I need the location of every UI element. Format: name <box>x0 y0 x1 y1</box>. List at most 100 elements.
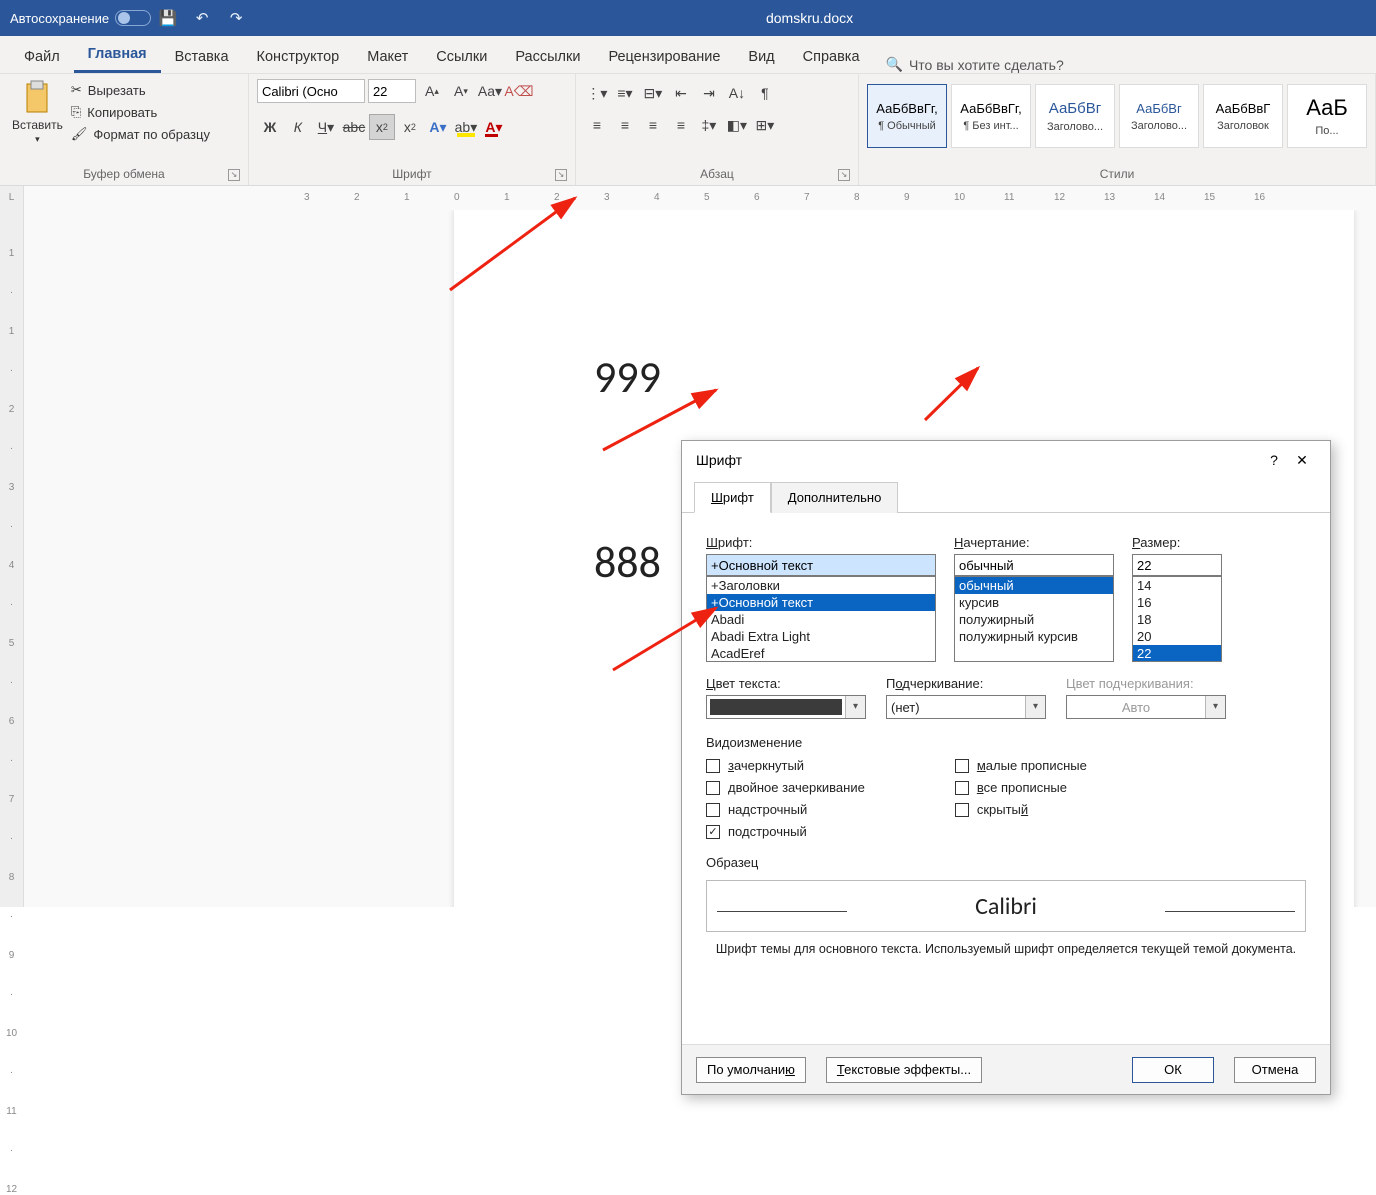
bullets-button[interactable]: ⋮▾ <box>584 80 610 106</box>
style-subtitle[interactable]: АаБПо... <box>1287 84 1367 148</box>
chk-allcaps[interactable]: все прописные <box>955 780 1087 795</box>
tab-insert[interactable]: Вставка <box>161 39 243 73</box>
tab-references[interactable]: Ссылки <box>422 39 501 73</box>
borders-button[interactable]: ⊞▾ <box>752 112 778 138</box>
tab-mailings[interactable]: Рассылки <box>501 39 594 73</box>
align-right-button[interactable]: ≡ <box>640 112 666 138</box>
list-item[interactable]: Abadi Extra Light <box>707 628 935 645</box>
doc-text-1[interactable]: 999 <box>594 350 661 404</box>
grow-font-button[interactable]: A▴ <box>419 78 445 104</box>
help-button[interactable]: ? <box>1260 452 1288 468</box>
paste-button[interactable]: Вставить ▾ <box>8 78 67 147</box>
indent-dec-button[interactable]: ⇤ <box>668 80 694 106</box>
doc-text-2[interactable]: 888 <box>594 535 661 589</box>
clipboard-launcher-icon[interactable]: ↘ <box>228 169 240 181</box>
cancel-button[interactable]: Отмена <box>1234 1057 1316 1083</box>
align-left-button[interactable]: ≡ <box>584 112 610 138</box>
font-name-combo[interactable] <box>257 79 365 103</box>
bold-button[interactable]: Ж <box>257 114 283 140</box>
list-item[interactable]: полужирный <box>955 611 1113 628</box>
change-case-button[interactable]: Aa▾ <box>477 78 503 104</box>
list-item[interactable]: 20 <box>1133 628 1221 645</box>
list-item[interactable]: курсив <box>955 594 1113 611</box>
style-title[interactable]: АаБбВвГЗаголовок <box>1203 84 1283 148</box>
tab-file[interactable]: Файл <box>10 39 74 73</box>
underline-button[interactable]: Ч▾ <box>313 114 339 140</box>
close-button[interactable]: ✕ <box>1288 452 1316 469</box>
tab-layout[interactable]: Макет <box>353 39 422 73</box>
shrink-font-button[interactable]: A▾ <box>448 78 474 104</box>
size-listbox[interactable]: 14 16 18 20 22 <box>1132 576 1222 662</box>
sort-button[interactable]: A↓ <box>724 80 750 106</box>
size-input[interactable] <box>1132 554 1222 576</box>
redo-icon[interactable]: ↷ <box>219 0 253 36</box>
tab-review[interactable]: Рецензирование <box>594 39 734 73</box>
chk-double-strike[interactable]: двойное зачеркивание <box>706 780 865 795</box>
undo-icon[interactable]: ↶ <box>185 0 219 36</box>
style-normal[interactable]: АаБбВвГг,¶ Обычный <box>867 84 947 148</box>
multilevel-button[interactable]: ⊟▾ <box>640 80 666 106</box>
copy-button[interactable]: ⎘Копировать <box>71 104 210 120</box>
line-spacing-button[interactable]: ‡▾ <box>696 112 722 138</box>
align-center-button[interactable]: ≡ <box>612 112 638 138</box>
font-launcher-icon[interactable]: ↘ <box>555 169 567 181</box>
paragraph-launcher-icon[interactable]: ↘ <box>838 169 850 181</box>
font-listbox[interactable]: +Заголовки +Основной текст Abadi Abadi E… <box>706 576 936 662</box>
ruler-h-scale[interactable]: 321012345678910111213141516 <box>24 186 1376 210</box>
list-item[interactable]: 22 <box>1133 645 1221 662</box>
list-item[interactable]: обычный <box>955 577 1113 594</box>
set-default-button[interactable]: По умолчанию <box>696 1057 806 1083</box>
list-item[interactable]: 16 <box>1133 594 1221 611</box>
style-heading1[interactable]: АаБбВгЗаголово... <box>1035 84 1115 148</box>
autosave-toggle[interactable]: Автосохранение <box>10 10 151 26</box>
strike-button[interactable]: abc <box>341 114 367 140</box>
list-item[interactable]: полужирный курсив <box>955 628 1113 645</box>
font-input[interactable] <box>706 554 936 576</box>
text-effects-button[interactable]: Текстовые эффекты... <box>826 1057 982 1083</box>
superscript-button[interactable]: x2 <box>397 114 423 140</box>
numbering-button[interactable]: ≡▾ <box>612 80 638 106</box>
format-painter-button[interactable]: 🖌Формат по образцу <box>71 126 210 142</box>
chk-subscript[interactable]: ✓подстрочный <box>706 824 865 839</box>
dialog-tab-font[interactable]: Шрифт <box>694 482 771 513</box>
tab-design[interactable]: Конструктор <box>243 39 354 73</box>
show-marks-button[interactable]: ¶ <box>752 80 778 106</box>
list-item[interactable]: +Заголовки <box>707 577 935 594</box>
list-item[interactable]: 18 <box>1133 611 1221 628</box>
ok-button[interactable]: ОК <box>1132 1057 1214 1083</box>
save-icon[interactable]: 💾 <box>151 0 185 36</box>
shading-button[interactable]: ◧▾ <box>724 112 750 138</box>
brush-icon: 🖌 <box>71 126 88 142</box>
tab-help[interactable]: Справка <box>789 39 874 73</box>
tab-home[interactable]: Главная <box>74 36 161 73</box>
font-color-button[interactable]: А▾ <box>481 114 507 140</box>
chk-smallcaps[interactable]: малые прописные <box>955 758 1087 773</box>
list-item[interactable]: 14 <box>1133 577 1221 594</box>
styles-gallery[interactable]: АаБбВвГг,¶ Обычный АаБбВвГг,¶ Без инт...… <box>867 78 1367 148</box>
underline-combo[interactable]: (нет)▾ <box>886 695 1046 719</box>
list-item[interactable]: Abadi <box>707 611 935 628</box>
text-effects-button[interactable]: A▾ <box>425 114 451 140</box>
font-size-combo[interactable] <box>368 79 416 103</box>
style-listbox[interactable]: обычный курсив полужирный полужирный кур… <box>954 576 1114 662</box>
dialog-tab-advanced[interactable]: Дополнительно <box>771 482 899 513</box>
clear-format-button[interactable]: A⌫ <box>506 78 532 104</box>
ruler-vertical[interactable]: 1·1·2·3·4·5·6·7·8·9·10·11·12 <box>0 210 24 907</box>
tab-view[interactable]: Вид <box>734 39 788 73</box>
subscript-button[interactable]: x2 <box>369 114 395 140</box>
justify-button[interactable]: ≡ <box>668 112 694 138</box>
chk-superscript[interactable]: надстрочный <box>706 802 865 817</box>
chk-strike[interactable]: зачеркнутый <box>706 758 865 773</box>
cut-button[interactable]: ✂Вырезать <box>71 82 210 98</box>
chk-hidden[interactable]: скрытый <box>955 802 1087 817</box>
list-item[interactable]: +Основной текст <box>707 594 935 611</box>
style-input[interactable] <box>954 554 1114 576</box>
font-color-combo[interactable]: ▾ <box>706 695 866 719</box>
tell-me-search[interactable]: 🔍 Что вы хотите сделать? <box>886 56 1064 73</box>
indent-inc-button[interactable]: ⇥ <box>696 80 722 106</box>
style-nospace[interactable]: АаБбВвГг,¶ Без инт... <box>951 84 1031 148</box>
list-item[interactable]: AcadEref <box>707 645 935 662</box>
highlight-button[interactable]: ab▾ <box>453 114 479 140</box>
italic-button[interactable]: К <box>285 114 311 140</box>
style-heading2[interactable]: АаБбВгЗаголово... <box>1119 84 1199 148</box>
